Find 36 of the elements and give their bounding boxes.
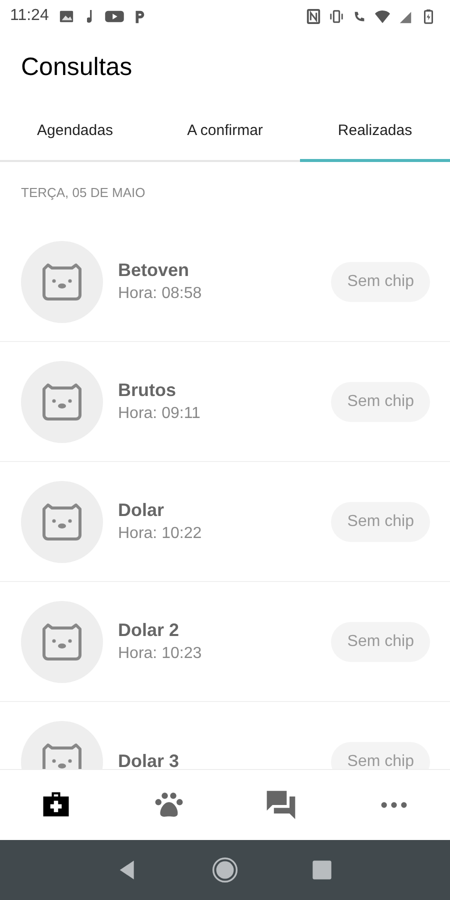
cat-face-avatar-icon: [21, 360, 103, 442]
tab[interactable]: Realizadas: [300, 102, 450, 162]
chip-status-badge: Sem chip: [331, 742, 430, 769]
music-note-icon: [86, 10, 92, 22]
vibrate-icon: [329, 8, 344, 24]
pet-name: Dolar: [118, 500, 166, 521]
appointment-time: Hora: 10:22: [118, 525, 203, 543]
pet-name: Betoven: [118, 260, 190, 281]
date-header: TERÇA, 05 DE MAIO: [20, 184, 146, 202]
cat-face-avatar-icon: [21, 480, 103, 562]
pet-name: Brutos: [118, 380, 177, 401]
tab[interactable]: Agendadas: [0, 102, 150, 162]
appointment-time: Hora: 10:23: [118, 645, 203, 663]
pet-name: Dolar 2: [118, 620, 180, 641]
appointment-row[interactable]: Dolar 2 Hora: 10:23 Sem chip: [0, 582, 450, 702]
chip-status-badge: Sem chip: [331, 262, 430, 302]
appointment-row[interactable]: Betoven Hora: 08:58 Sem chip: [0, 222, 450, 342]
pet-name: Dolar 3: [118, 751, 180, 769]
image-icon: [58, 8, 74, 24]
chip-status-badge: Sem chip: [331, 382, 430, 422]
appointment-time: Hora: 09:11: [118, 405, 202, 423]
appointment-time: Hora: 08:58: [118, 285, 203, 303]
home-icon[interactable]: [210, 856, 239, 884]
wifi-icon: [375, 8, 390, 24]
play-icon: [104, 8, 124, 24]
tab[interactable]: A confirmar: [150, 102, 300, 162]
cat-face-avatar-icon: [21, 240, 103, 322]
page-title: Consultas: [21, 52, 132, 82]
chip-status-badge: Sem chip: [331, 622, 430, 662]
appointment-row[interactable]: Dolar Hora: 10:22 Sem chip: [0, 462, 450, 582]
battery-icon: [421, 8, 436, 24]
cat-face-avatar-icon: [21, 600, 103, 682]
nfc-icon: [306, 8, 321, 24]
chip-status-badge: Sem chip: [331, 502, 430, 542]
appointment-row[interactable]: Brutos Hora: 09:11 Sem chip: [0, 342, 450, 462]
clock-time: 11:24: [10, 7, 49, 25]
